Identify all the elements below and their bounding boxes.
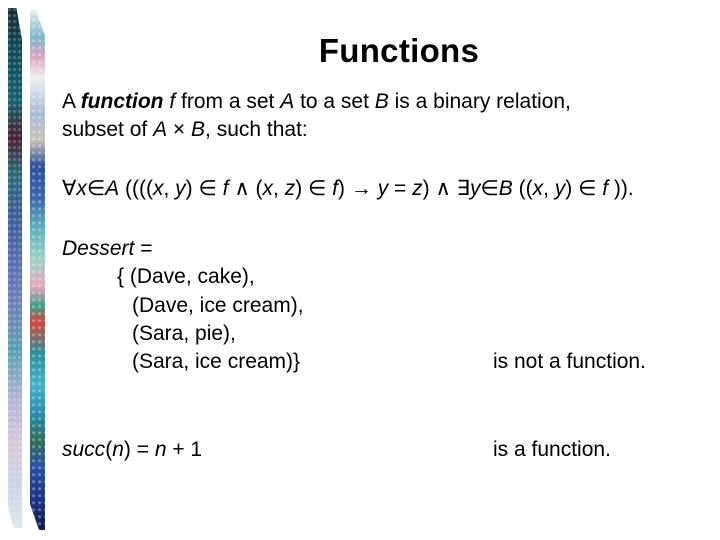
- dessert-pair-3: (Sara, pie),: [132, 322, 236, 345]
- decorative-strip-left: [8, 8, 22, 528]
- definition-line-2: subset of A × B, such that:: [62, 118, 308, 141]
- term-function: function: [80, 90, 164, 113]
- decorative-strip-right: [30, 10, 45, 530]
- slide-title: Functions: [318, 32, 480, 69]
- succ-definition: succ(n) = n + 1: [62, 438, 203, 461]
- dessert-pair-4: (Sara, ice cream)}: [132, 350, 301, 373]
- function-formula: ∀x∈A ((((x, y) ∈ f ∧ (x, z) ∈ f) → y = z…: [62, 177, 634, 200]
- succ-verdict: is a function.: [493, 438, 611, 461]
- dessert-pair-2: (Dave, ice cream),: [132, 294, 304, 317]
- definition-paragraph: A function f from a set A to a set B is …: [62, 88, 682, 144]
- dessert-heading: Dessert =: [62, 237, 153, 260]
- dessert-verdict: is not a function.: [493, 350, 646, 373]
- dessert-pair-1: { (Dave, cake),: [117, 265, 255, 288]
- definition-line-1: A function f from a set A to a set B is …: [62, 90, 571, 113]
